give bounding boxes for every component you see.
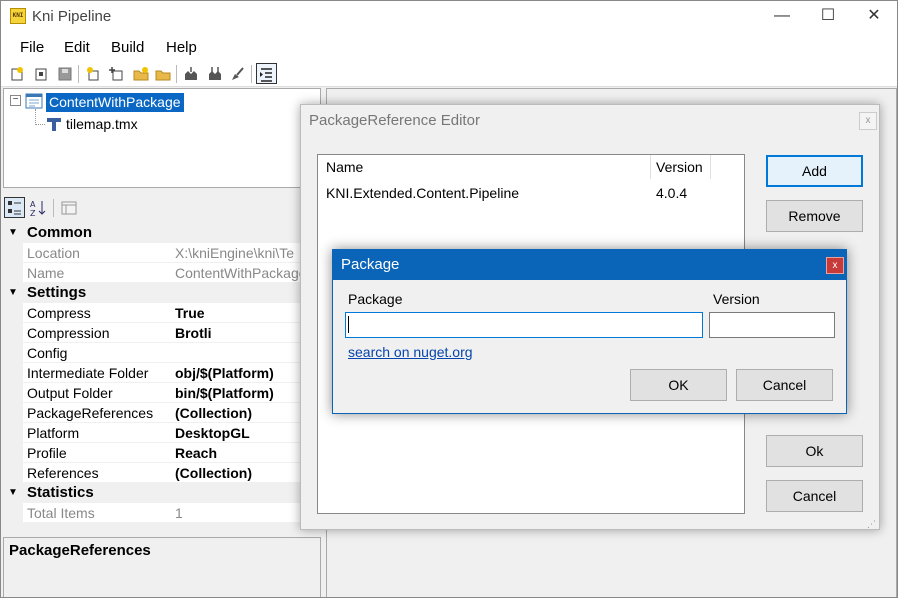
- toolbar-separator: [251, 65, 252, 83]
- close-button[interactable]: ✕: [851, 1, 897, 33]
- property-row-compression[interactable]: Compression Brotli: [3, 323, 300, 343]
- category-settings[interactable]: ▼ Settings: [3, 283, 300, 303]
- tree-item-tilemap[interactable]: tilemap.tmx: [66, 116, 138, 132]
- dialog-titlebar: Package x: [333, 250, 846, 280]
- save-icon[interactable]: [57, 66, 73, 82]
- filter-output-toggle[interactable]: [256, 63, 277, 84]
- toolbar: [1, 61, 897, 87]
- window-title: Kni Pipeline: [32, 8, 112, 25]
- title-bar: KNI Kni Pipeline — ☐ ✕: [1, 1, 897, 33]
- tree-item-root[interactable]: ContentWithPackage: [46, 93, 184, 112]
- column-divider: [650, 155, 651, 179]
- property-row-platform[interactable]: Platform DesktopGL: [3, 423, 300, 443]
- package-dialog: Package x Package Version search on nuge…: [332, 249, 847, 414]
- sort-az-icon: AZ: [30, 200, 46, 218]
- menu-build[interactable]: Build: [111, 39, 144, 56]
- column-header-name[interactable]: Name: [326, 159, 363, 175]
- categorized-icon: [8, 201, 21, 215]
- property-row-name[interactable]: Name ContentWithPackage: [3, 263, 300, 283]
- svg-text:A: A: [30, 200, 36, 209]
- project-icon: [25, 93, 43, 109]
- toolbar-separator: [78, 65, 79, 83]
- nuget-search-link[interactable]: search on nuget.org: [348, 344, 473, 360]
- property-description: PackageReferences: [3, 537, 321, 597]
- maximize-button[interactable]: ☐: [805, 1, 851, 33]
- menu-edit[interactable]: Edit: [64, 39, 90, 56]
- list-item[interactable]: KNI.Extended.Content.Pipeline 4.0.4: [318, 181, 744, 203]
- property-row-total-items[interactable]: Total Items 1: [3, 503, 300, 523]
- add-folder-icon[interactable]: [155, 66, 171, 82]
- dialog-ok-button[interactable]: OK: [630, 369, 727, 401]
- description-title: PackageReferences: [9, 542, 151, 559]
- app-icon: KNI: [10, 8, 26, 24]
- property-toolbar: AZ: [3, 195, 321, 221]
- svg-text:Z: Z: [30, 209, 36, 218]
- collapse-chevron-icon[interactable]: ▼: [8, 223, 18, 243]
- resize-grip-icon[interactable]: ⋰: [867, 519, 876, 530]
- version-label: Version: [713, 291, 760, 307]
- categorized-view-button[interactable]: [4, 197, 25, 218]
- category-statistics[interactable]: ▼ Statistics: [3, 483, 300, 503]
- new-project-icon[interactable]: [9, 66, 25, 82]
- package-label: Package: [348, 291, 403, 307]
- alphabetical-view-button[interactable]: AZ: [28, 198, 48, 218]
- build-icon[interactable]: [183, 66, 199, 82]
- filter-output-icon: [260, 68, 272, 82]
- category-common[interactable]: ▼ Common: [3, 223, 300, 243]
- column-header-version[interactable]: Version: [656, 159, 703, 175]
- collapse-toggle-icon[interactable]: −: [10, 95, 21, 106]
- property-pages-icon: [61, 201, 77, 215]
- open-project-icon[interactable]: [33, 66, 49, 82]
- remove-button[interactable]: Remove: [766, 200, 863, 232]
- add-item-icon[interactable]: [109, 66, 125, 82]
- cancel-button[interactable]: Cancel: [766, 480, 863, 512]
- property-row-intermediate-folder[interactable]: Intermediate Folder obj/$(Platform): [3, 363, 300, 383]
- text-caret: [348, 316, 349, 333]
- column-divider: [710, 155, 711, 179]
- minimize-button[interactable]: —: [759, 1, 805, 33]
- collapse-chevron-icon[interactable]: ▼: [8, 483, 18, 503]
- dialog-close-button[interactable]: x: [826, 257, 844, 274]
- property-row-location[interactable]: Location X:\kniEngine\kni\Te: [3, 243, 300, 263]
- property-grid: ▼ Common Location X:\kniEngine\kni\Te Na…: [3, 223, 300, 523]
- property-row-references[interactable]: References (Collection): [3, 463, 300, 483]
- rebuild-icon[interactable]: [207, 66, 223, 82]
- project-tree[interactable]: − ContentWithPackage tilemap.tmx: [3, 88, 321, 188]
- property-pages-button[interactable]: [59, 198, 79, 218]
- menu-file[interactable]: File: [20, 39, 44, 56]
- editor-title: PackageReference Editor: [309, 112, 480, 129]
- ok-button[interactable]: Ok: [766, 435, 863, 467]
- property-row-compress[interactable]: Compress True: [3, 303, 300, 323]
- property-row-output-folder[interactable]: Output Folder bin/$(Platform): [3, 383, 300, 403]
- collapse-chevron-icon[interactable]: ▼: [8, 283, 18, 303]
- menu-bar: File Edit Build Help: [1, 33, 897, 61]
- editor-close-button[interactable]: x: [859, 112, 877, 130]
- new-folder-icon[interactable]: [133, 66, 149, 82]
- package-input[interactable]: [345, 312, 703, 338]
- clean-icon[interactable]: [230, 66, 246, 82]
- toolbar-separator: [176, 65, 177, 83]
- property-row-package-references[interactable]: PackageReferences (Collection): [3, 403, 300, 423]
- add-button[interactable]: Add: [766, 155, 863, 187]
- menu-help[interactable]: Help: [166, 39, 197, 56]
- tilemap-file-icon: [46, 116, 62, 132]
- dialog-cancel-button[interactable]: Cancel: [736, 369, 833, 401]
- tree-connector: [35, 109, 45, 125]
- toolbar-separator: [53, 199, 54, 217]
- property-row-profile[interactable]: Profile Reach: [3, 443, 300, 463]
- new-item-icon[interactable]: [85, 66, 101, 82]
- dialog-title: Package: [341, 256, 400, 273]
- property-row-config[interactable]: Config: [3, 343, 300, 363]
- version-input[interactable]: [709, 312, 835, 338]
